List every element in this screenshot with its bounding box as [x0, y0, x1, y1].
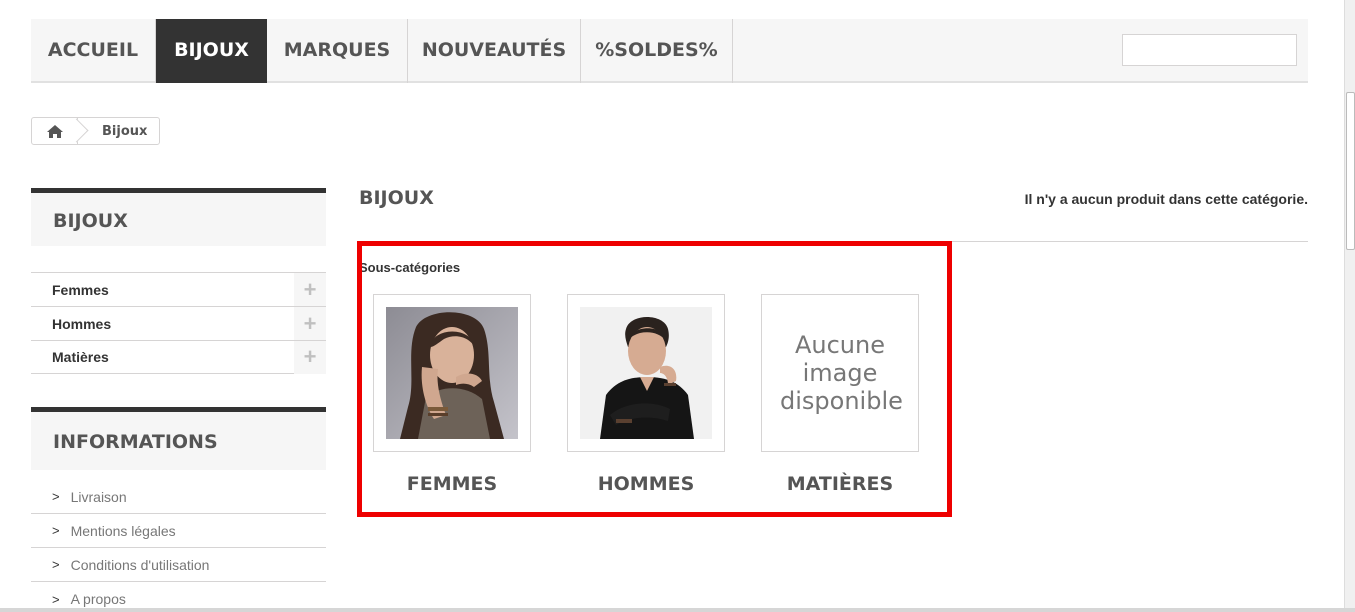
plus-icon[interactable]: + [294, 273, 326, 306]
info-link-label[interactable]: Mentions légales [71, 523, 176, 539]
informations-block-title: INFORMATIONS [31, 407, 326, 470]
nav-item-accueil[interactable]: ACCUEIL [31, 19, 156, 83]
categories-block-title: BIJOUX [31, 188, 326, 246]
info-link-livraison[interactable]: > Livraison [31, 480, 326, 514]
category-item-femmes[interactable]: Femmes + [31, 272, 326, 306]
plus-icon[interactable]: + [294, 340, 326, 374]
category-item-hommes[interactable]: Hommes + [31, 306, 326, 340]
info-link-mentions-legales[interactable]: > Mentions légales [31, 514, 326, 548]
info-link-label[interactable]: Conditions d'utilisation [71, 557, 210, 573]
category-item-matieres[interactable]: Matières + [31, 340, 326, 374]
top-navigation: ACCUEIL BIJOUX MARQUES NOUVEAUTÉS %SOLDE… [31, 19, 1308, 83]
category-label[interactable]: Matières [52, 349, 109, 365]
chevron-right-icon: > [52, 557, 60, 572]
informations-block: INFORMATIONS > Livraison > Mentions léga… [31, 407, 326, 612]
info-link-label[interactable]: Livraison [71, 489, 127, 505]
breadcrumb: Bijoux [31, 117, 161, 145]
chevron-right-icon: > [52, 523, 60, 538]
search-input[interactable] [1122, 34, 1297, 66]
category-label[interactable]: Hommes [52, 316, 111, 332]
nav-item-bijoux[interactable]: BIJOUX [156, 19, 267, 83]
chevron-right-icon: > [52, 591, 60, 607]
scrollbar-thumb[interactable] [1346, 92, 1355, 250]
bottom-edge [0, 608, 1355, 612]
vertical-scrollbar[interactable] [1344, 0, 1355, 612]
plus-icon[interactable]: + [294, 307, 326, 340]
home-icon [46, 124, 63, 138]
highlight-annotation [357, 241, 952, 517]
breadcrumb-current: Bijoux [102, 123, 148, 139]
category-label[interactable]: Femmes [52, 282, 109, 298]
nav-item-soldes[interactable]: %SOLDES% [581, 19, 733, 83]
info-link-conditions[interactable]: > Conditions d'utilisation [31, 548, 326, 582]
breadcrumb-home-link[interactable] [32, 118, 78, 144]
no-products-message: Il n'y a aucun produit dans cette catégo… [1024, 191, 1308, 207]
categories-block: BIJOUX Femmes + Hommes + Matières + [31, 188, 326, 374]
nav-item-marques[interactable]: MARQUES [267, 19, 408, 83]
chevron-right-icon: > [52, 489, 60, 504]
info-link-label[interactable]: A propos [71, 591, 126, 607]
page-title: BIJOUX [359, 187, 434, 209]
nav-item-nouveautes[interactable]: NOUVEAUTÉS [408, 19, 581, 83]
category-list: Femmes + Hommes + Matières + [31, 272, 326, 374]
information-links: > Livraison > Mentions légales > Conditi… [31, 480, 326, 612]
